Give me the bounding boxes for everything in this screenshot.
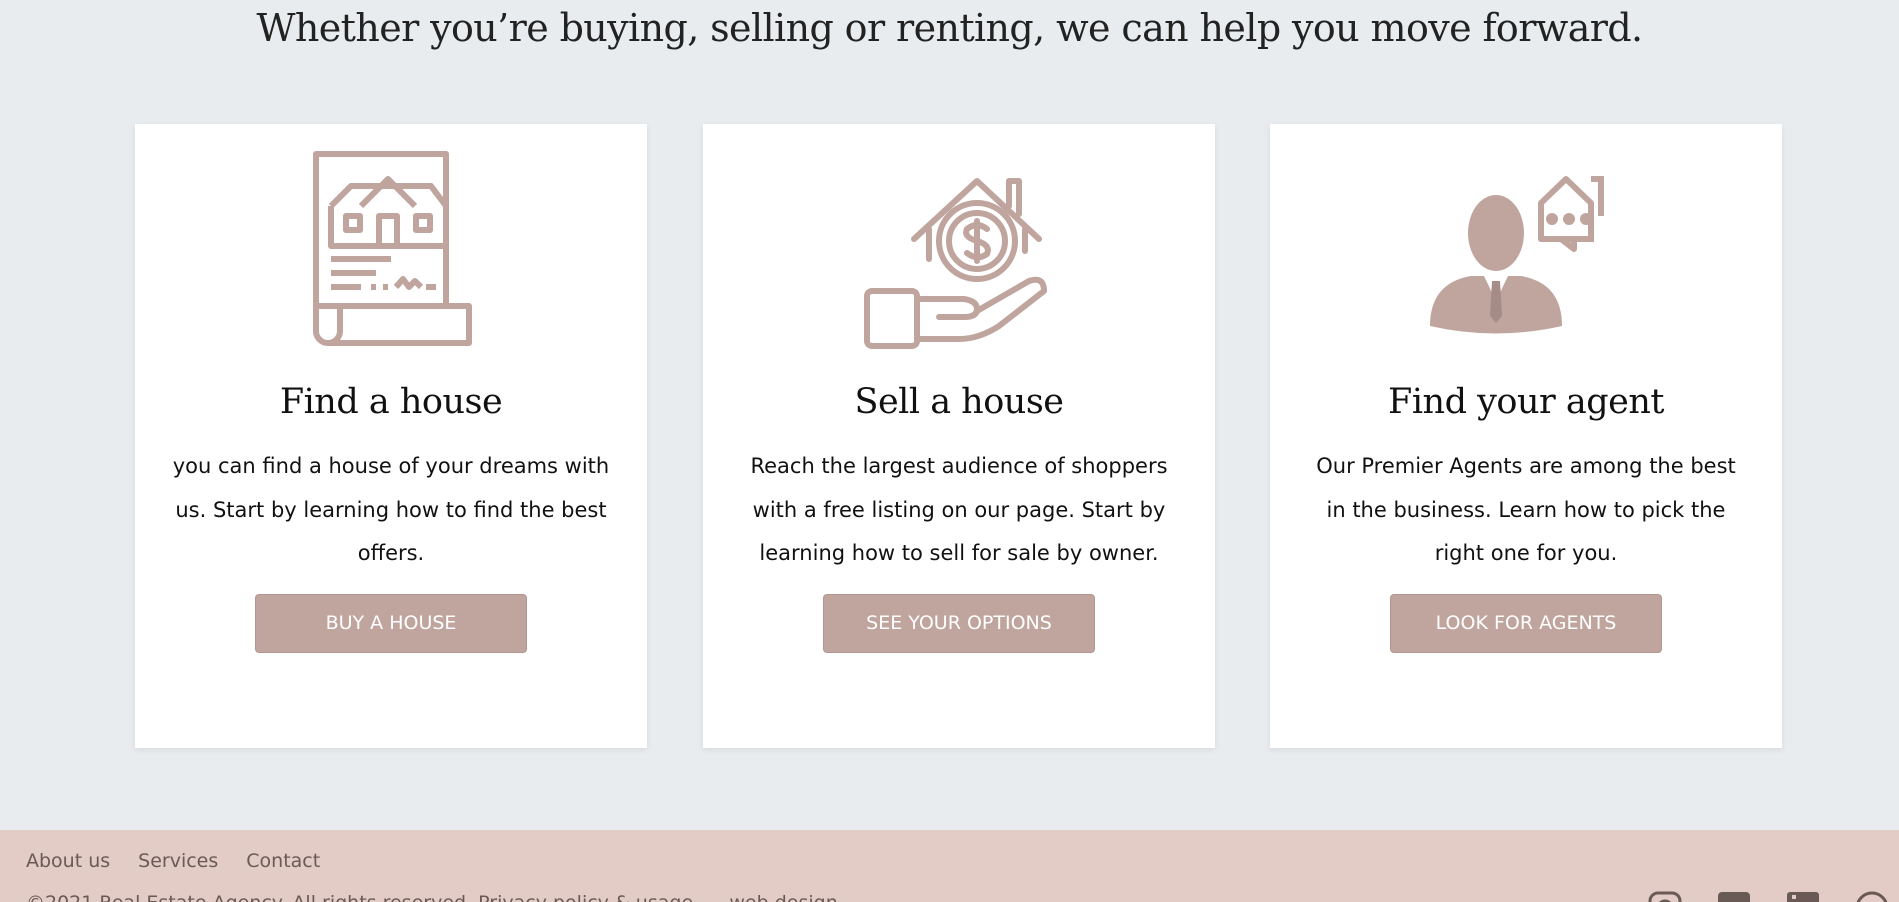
card-title: Sell a house	[854, 382, 1064, 422]
hand-house-dollar-icon	[864, 178, 1047, 349]
card-description: you can find a house of your dreams with…	[172, 454, 610, 565]
instagram-icon[interactable]	[1647, 890, 1683, 902]
card-sell-house: Sell a house Reach the largest audience …	[703, 124, 1215, 748]
pinterest-icon[interactable]	[1854, 890, 1890, 902]
copyright-text: ©2021 Real Estate Agency. All rights res…	[26, 892, 838, 902]
agent-chat-icon	[1430, 176, 1604, 334]
linkedin-icon[interactable]	[1785, 890, 1821, 902]
card-find-house: Find a house you can find a house of you…	[135, 124, 647, 748]
look-for-agents-button[interactable]: LOOK FOR AGENTS	[1390, 594, 1662, 653]
page-headline: Whether you’re buying, selling or rentin…	[256, 6, 1643, 50]
facebook-icon[interactable]	[1716, 890, 1752, 902]
footer-link-services[interactable]: Services	[138, 850, 218, 872]
footer-link-about[interactable]: About us	[26, 850, 110, 872]
card-find-agent: Find your agent Our Premier Agents are a…	[1270, 124, 1782, 748]
footer-nav: About us Services Contact	[26, 850, 320, 872]
card-description: Our Premier Agents are among the best in…	[1316, 454, 1736, 565]
footer: About us Services Contact ©2021 Real Est…	[0, 830, 1899, 902]
card-description: Reach the largest audience of shoppers w…	[750, 454, 1168, 565]
see-options-button[interactable]: SEE YOUR OPTIONS	[823, 594, 1095, 653]
footer-link-contact[interactable]: Contact	[246, 850, 320, 872]
house-document-icon	[313, 151, 472, 346]
card-title: Find your agent	[1388, 382, 1664, 422]
buy-house-button[interactable]: BUY A HOUSE	[255, 594, 527, 653]
card-title: Find a house	[279, 382, 503, 422]
